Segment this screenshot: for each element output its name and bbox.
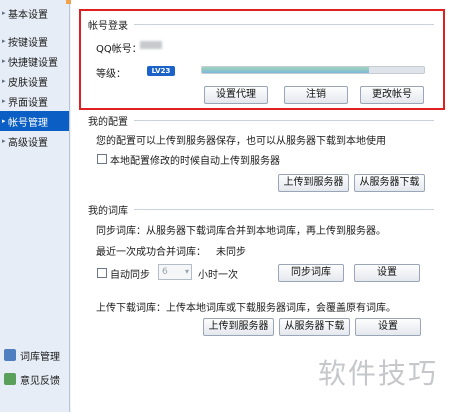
config-description: 您的配置可以上传到服务器保存，也可以从服务器下载到本地使用 xyxy=(96,136,386,147)
sidebar-item-skin-settings[interactable]: ▸ 皮肤设置 xyxy=(0,71,69,91)
sidebar-item-key-settings[interactable]: ▸ 按键设置 xyxy=(0,31,69,51)
feedback-link[interactable]: 意见反馈 xyxy=(0,368,69,390)
dictionary-management-link[interactable]: 词库管理 xyxy=(0,344,69,366)
dict-download-button[interactable]: 从服务器下载 xyxy=(279,318,350,336)
sidebar-item-advanced-settings[interactable]: ▸ 高级设置 xyxy=(0,131,69,151)
upload-download-description: 上传下载词库：上传本地词库或下载服务器词库，会覆盖原有词库。 xyxy=(96,303,396,314)
divider xyxy=(134,209,434,210)
dict-upload-button[interactable]: 上传到服务器 xyxy=(203,318,274,336)
dictionary-icon xyxy=(4,349,16,361)
sidebar-item-basic-settings[interactable]: ▸ 基本设置 xyxy=(0,3,69,23)
highlight-box xyxy=(79,9,445,110)
sync-dict-button[interactable]: 同步词库 xyxy=(278,264,344,282)
interval-unit-label: 小时一次 xyxy=(198,270,238,281)
watermark-text: 软件技巧 xyxy=(318,357,439,390)
my-dict-title: 我的词库 xyxy=(88,206,128,217)
sync-settings-button[interactable]: 设置 xyxy=(354,264,420,282)
auto-upload-label: 本地配置修改的时候自动上传到服务器 xyxy=(110,156,280,167)
config-upload-button[interactable]: 上传到服务器 xyxy=(278,174,349,192)
config-download-button[interactable]: 从服务器下载 xyxy=(354,174,425,192)
sidebar-item-account-management[interactable]: ▸ 帐号管理 xyxy=(0,111,69,131)
sync-interval-select[interactable]: 6 ▾ xyxy=(158,264,192,280)
my-config-title: 我的配置 xyxy=(88,117,128,128)
auto-sync-checkbox[interactable] xyxy=(97,268,107,278)
chevron-down-icon: ▾ xyxy=(184,267,189,276)
dict-settings-button[interactable]: 设置 xyxy=(355,318,421,336)
auto-upload-checkbox[interactable] xyxy=(97,154,107,164)
sidebar: ▸ 基本设置 ▸ 按键设置 ▸ 快捷键设置 ▸ 皮肤设置 ▸ 界面设置 ▸ 帐号管理 ▸ 高级… xyxy=(0,0,70,412)
divider xyxy=(134,120,434,121)
sidebar-item-shortcut-settings[interactable]: ▸ 快捷键设置 xyxy=(0,51,69,71)
last-merge-value: 未同步 xyxy=(216,247,246,258)
sync-description: 同步词库：从服务器下载词库合并到本地词库，再上传到服务器。 xyxy=(96,226,386,237)
sidebar-item-ui-settings[interactable]: ▸ 界面设置 xyxy=(0,91,69,111)
last-merge-label: 最近一次成功合并词库： xyxy=(96,247,206,258)
auto-sync-label: 自动同步 xyxy=(110,270,150,281)
feedback-icon xyxy=(4,373,16,385)
